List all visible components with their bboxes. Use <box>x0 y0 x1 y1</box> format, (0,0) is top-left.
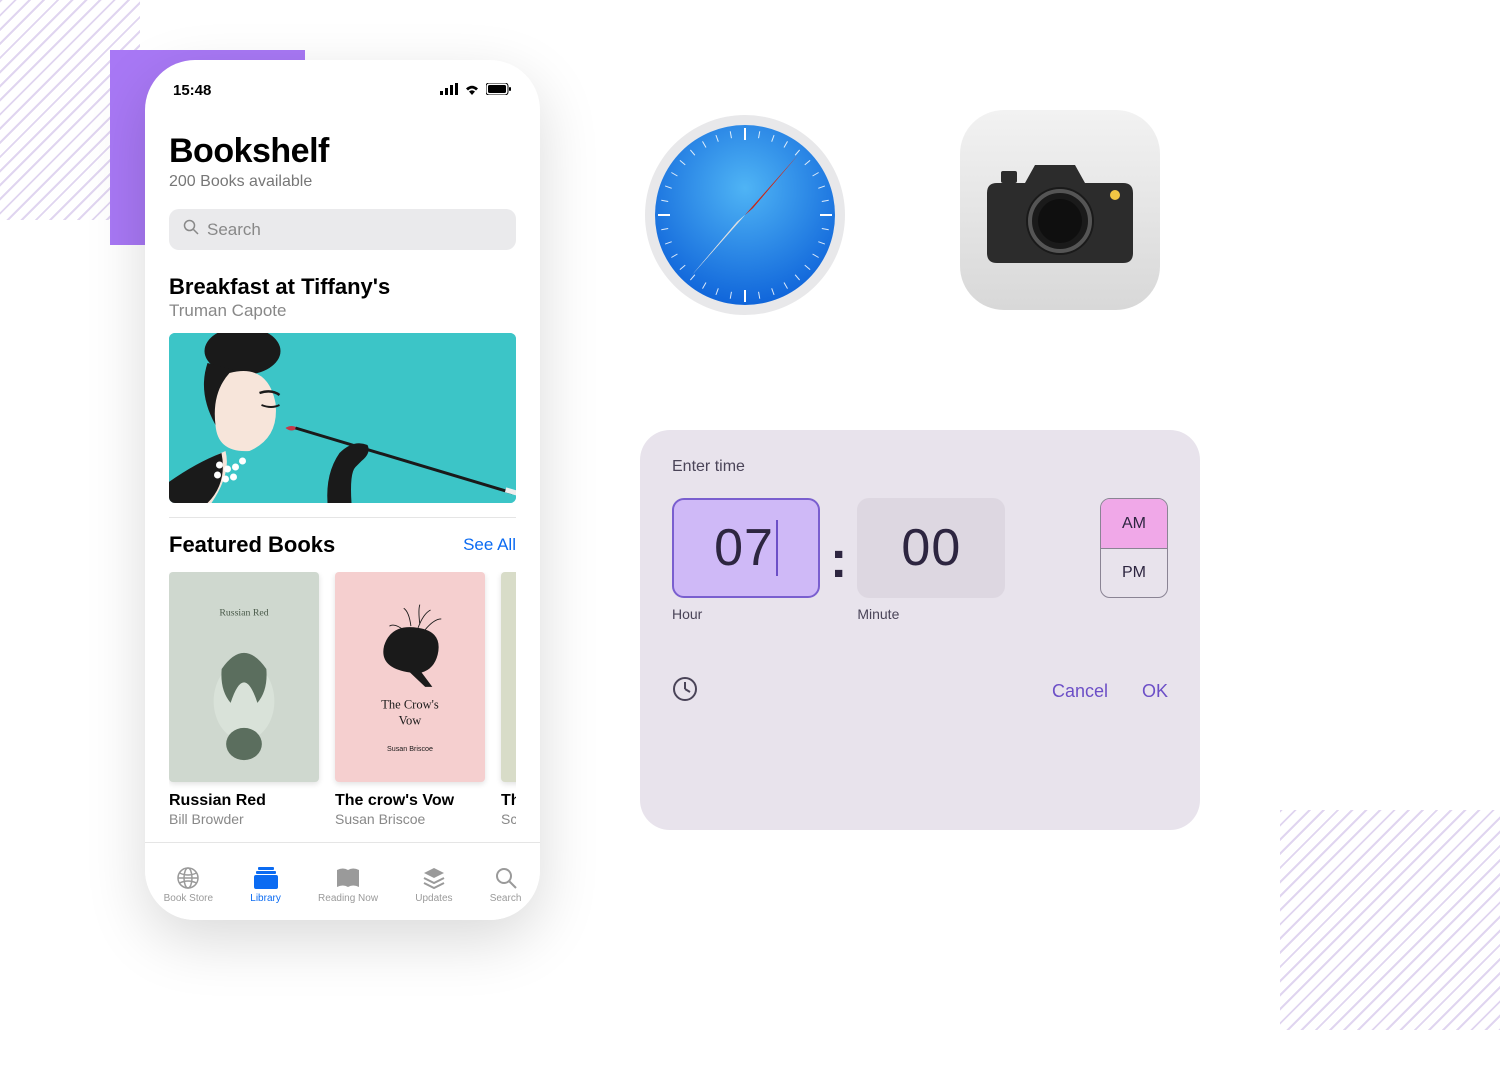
book-title: The crow's Vow <box>335 792 485 810</box>
tab-bar: Book Store Library Reading Now Updates S… <box>145 842 540 920</box>
section-title-featured: Featured Books <box>169 532 335 558</box>
globe-icon <box>175 865 201 891</box>
tab-library[interactable]: Library <box>250 865 281 904</box>
book-title: Russian Red <box>169 792 319 810</box>
book-title: The Gr <box>501 792 516 810</box>
tab-label: Updates <box>415 893 452 904</box>
library-icon <box>253 865 279 891</box>
pm-option[interactable]: PM <box>1101 548 1167 597</box>
battery-icon <box>486 82 512 99</box>
book-author: Susan Briscoe <box>335 811 485 827</box>
am-option[interactable]: AM <box>1101 499 1167 548</box>
book-open-icon <box>335 865 361 891</box>
book-cover: THE <box>501 572 516 782</box>
cancel-button[interactable]: Cancel <box>1052 681 1108 702</box>
tab-reading-now[interactable]: Reading Now <box>318 865 378 904</box>
tab-book-store[interactable]: Book Store <box>164 865 213 904</box>
book-item[interactable]: Russian Red Russian Red Bill Browder <box>169 572 319 827</box>
tab-search[interactable]: Search <box>490 865 522 904</box>
tab-label: Library <box>250 893 281 904</box>
tab-updates[interactable]: Updates <box>415 865 452 904</box>
book-cover: The Crow's Vow Susan Briscoe <box>335 572 485 782</box>
featured-books-row[interactable]: Russian Red Russian Red Bill Browder <box>169 572 516 827</box>
hero-book-author: Truman Capote <box>169 301 516 321</box>
time-picker-label: Enter time <box>672 458 1168 476</box>
book-item[interactable]: THE The Gr Scott Fit <box>501 572 516 827</box>
text-cursor <box>776 520 778 576</box>
time-picker-dialog: Enter time 07 Hour : 00 Minute AM PM Can… <box>640 430 1200 830</box>
search-placeholder: Search <box>207 220 261 240</box>
book-author: Scott Fit <box>501 811 516 827</box>
hour-label: Hour <box>672 606 820 622</box>
cellular-signal-icon <box>440 82 458 99</box>
book-author: Bill Browder <box>169 811 319 827</box>
tab-label: Book Store <box>164 893 213 904</box>
svg-text:The Crow's: The Crow's <box>381 697 439 711</box>
hero-book-title: Breakfast at Tiffany's <box>169 274 516 300</box>
minute-input[interactable]: 00 <box>857 498 1005 598</box>
phone-mockup: 15:48 Bookshelf 200 Books available Sear… <box>145 60 540 920</box>
tab-label: Reading Now <box>318 893 378 904</box>
hour-value: 07 <box>714 518 774 578</box>
svg-text:Russian Red: Russian Red <box>219 607 268 618</box>
safari-app-icon[interactable] <box>640 110 850 320</box>
tab-label: Search <box>490 893 522 904</box>
clock-icon[interactable] <box>672 676 698 707</box>
svg-text:Susan Briscoe: Susan Briscoe <box>387 745 433 753</box>
hour-input[interactable]: 07 <box>672 498 820 598</box>
see-all-link[interactable]: See All <box>463 535 516 555</box>
ok-button[interactable]: OK <box>1142 681 1168 702</box>
search-icon <box>183 219 199 240</box>
page-title: Bookshelf <box>169 132 516 171</box>
status-time: 15:48 <box>173 82 211 99</box>
svg-text:Vow: Vow <box>399 713 422 727</box>
decorative-stripes-bottom-right <box>1280 810 1500 1030</box>
divider <box>169 517 516 518</box>
book-cover: Russian Red <box>169 572 319 782</box>
book-item[interactable]: The Crow's Vow Susan Briscoe The crow's … <box>335 572 485 827</box>
status-icons <box>440 82 512 99</box>
camera-app-icon[interactable] <box>960 110 1160 310</box>
time-colon: : <box>830 510 847 610</box>
search-input[interactable]: Search <box>169 209 516 250</box>
search-icon <box>493 865 519 891</box>
minute-value: 00 <box>901 518 961 578</box>
layers-icon <box>421 865 447 891</box>
wifi-icon <box>464 82 480 99</box>
page-subtitle: 200 Books available <box>169 173 516 191</box>
minute-label: Minute <box>857 606 1005 622</box>
ampm-toggle: AM PM <box>1100 498 1168 598</box>
status-bar: 15:48 <box>145 78 540 102</box>
hero-book-image[interactable] <box>169 333 516 503</box>
